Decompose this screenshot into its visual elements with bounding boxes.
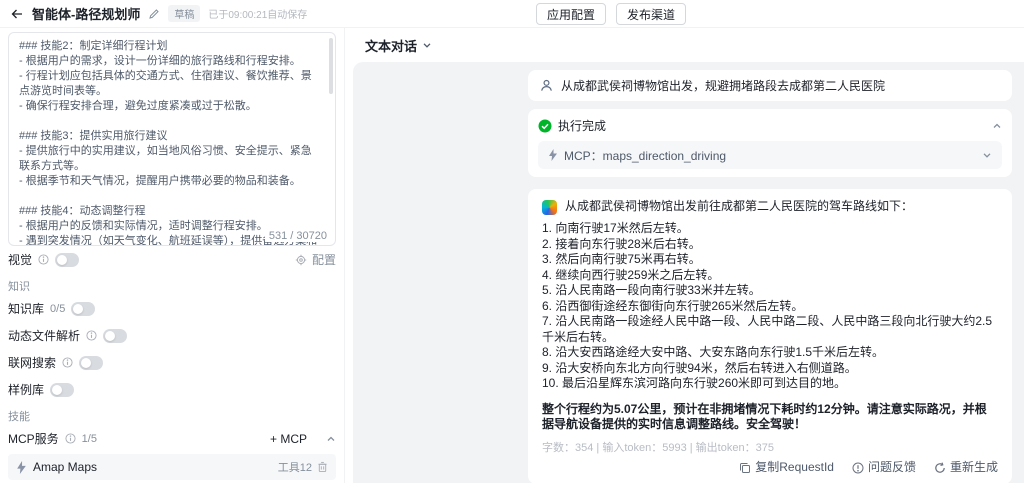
dynamic-file-toggle[interactable] bbox=[103, 328, 128, 343]
back-button[interactable] bbox=[10, 7, 24, 21]
plugin-icon bbox=[17, 460, 26, 474]
prompt-text[interactable]: ### 技能2：制定详细行程计划 - 根据用户的需求，设计一份详细的旅行路线和行… bbox=[19, 39, 321, 245]
sample-lib-label: 样例库 bbox=[8, 383, 45, 397]
route-summary: 整个行程约为5.07公里，预计在非拥堵情况下耗时约12分钟。请注意实际路况，并根… bbox=[542, 401, 987, 432]
mcp-item-amap[interactable]: Amap Maps 工具12 bbox=[8, 454, 336, 480]
web-search-toggle[interactable] bbox=[79, 355, 104, 370]
assistant-intro: 从成都武侯祠博物馆出发前往成都第二人民医院的驾车路线如下： bbox=[565, 199, 914, 213]
mcp-item-tools-badge: 工具12 bbox=[277, 462, 312, 474]
delete-mcp-button[interactable] bbox=[317, 461, 328, 473]
chat-mode-selector[interactable]: 文本对话 bbox=[345, 28, 1024, 62]
mcp-call-expand-button[interactable] bbox=[982, 150, 992, 160]
config-panel: ### 技能2：制定详细行程计划 - 根据用户的需求，设计一份详细的旅行路线和行… bbox=[0, 28, 345, 483]
vision-config-label: 配置 bbox=[311, 253, 336, 267]
vision-config-button[interactable]: 配置 bbox=[295, 251, 336, 268]
knowledge-base-label: 知识库 bbox=[8, 302, 45, 316]
route-step: 1. 向南行驶17米然后左转。 bbox=[542, 221, 689, 235]
knowledge-base-row: 知识库 0/5 bbox=[8, 295, 336, 322]
route-step: 9. 沿大安桥向东北方向行驶94米，然后右转进入右侧道路。 bbox=[542, 360, 857, 375]
knowledge-section-label: 知识 bbox=[8, 281, 30, 293]
message-actions: 复制RequestId 问题反馈 重新生成 bbox=[542, 460, 998, 476]
knowledge-base-toggle[interactable] bbox=[71, 301, 96, 316]
skills-section-label: 技能 bbox=[8, 411, 30, 423]
route-step: 5. 沿人民南路一段向南行驶33米并左转。 bbox=[542, 283, 761, 297]
add-mcp-button[interactable]: + MCP bbox=[270, 432, 307, 446]
check-circle-icon bbox=[538, 119, 552, 132]
apply-config-button[interactable]: 应用配置 bbox=[536, 3, 607, 25]
web-search-row: 联网搜索 bbox=[8, 349, 336, 376]
user-message: 从成都武侯祠博物馆出发，规避拥堵路段去成都第二人民医院 bbox=[528, 70, 1012, 101]
trash-icon bbox=[318, 461, 327, 473]
execution-collapse-button[interactable] bbox=[992, 121, 1002, 131]
assistant-avatar bbox=[542, 200, 557, 215]
knowledge-base-count: 0/5 bbox=[50, 302, 66, 315]
pencil-icon bbox=[149, 8, 160, 19]
publish-channel-button[interactable]: 发布渠道 bbox=[616, 3, 687, 25]
sample-lib-toggle[interactable] bbox=[50, 382, 75, 397]
chat-mode-label: 文本对话 bbox=[365, 38, 418, 54]
refresh-icon bbox=[935, 462, 945, 473]
regenerate-button[interactable]: 重新生成 bbox=[934, 460, 998, 476]
copy-requestid-button[interactable]: 复制RequestId bbox=[739, 460, 834, 476]
route-step: 4. 继续向西行驶259米之后左转。 bbox=[542, 267, 720, 282]
execution-card: 执行完成 MCP：maps_direction_driving bbox=[528, 109, 1012, 177]
dynamic-file-info-icon[interactable] bbox=[86, 330, 97, 341]
mcp-call-row[interactable]: MCP：maps_direction_driving bbox=[538, 141, 1002, 169]
vision-info-icon[interactable] bbox=[38, 254, 49, 265]
chevron-up-icon bbox=[327, 436, 335, 441]
route-step: 6. 沿西御街途经东御街向东行驶265米然后左转。 bbox=[542, 298, 804, 313]
feedback-button[interactable]: 问题反馈 bbox=[852, 460, 916, 476]
feedback-icon bbox=[852, 462, 864, 474]
execution-status-label: 执行完成 bbox=[558, 119, 607, 133]
user-message-text: 从成都武侯祠博物馆出发，规避拥堵路段去成都第二人民医院 bbox=[561, 79, 886, 93]
app-window: 智能体-路径规划师 草稿 已于09:00:21自动保存 应用配置 发布渠道 ##… bbox=[0, 0, 1024, 483]
gear-icon bbox=[295, 254, 307, 265]
route-step: 10. 最后沿星辉东滨河路向东行驶260米即可到达目的地。 bbox=[542, 376, 847, 390]
chevron-down-icon bbox=[983, 153, 991, 158]
user-icon bbox=[541, 79, 552, 91]
mcp-item-name: Amap Maps bbox=[33, 460, 98, 474]
mcp-call-label: MCP：maps_direction_driving bbox=[564, 148, 727, 163]
vision-label: 视觉 bbox=[8, 253, 33, 267]
route-steps: 1. 向南行驶17米然后左转。 2. 接着向东行驶28米后右转。 3. 然后向南… bbox=[542, 221, 998, 392]
copy-icon bbox=[740, 462, 751, 473]
assistant-message: 从成都武侯祠博物馆出发前往成都第二人民医院的驾车路线如下： 1. 向南行驶17米… bbox=[528, 189, 1012, 483]
vision-row: 视觉 配置 bbox=[8, 246, 336, 273]
web-search-label: 联网搜索 bbox=[8, 356, 57, 370]
main-layout: ### 技能2：制定详细行程计划 - 根据用户的需求，设计一份详细的旅行路线和行… bbox=[0, 28, 1024, 483]
char-counter: 531 / 30720 bbox=[264, 230, 327, 242]
tool-icon bbox=[549, 149, 557, 161]
dynamic-file-label: 动态文件解析 bbox=[8, 329, 81, 343]
route-step: 8. 沿大安西路途经大安中路、大安东路向东行驶1.5千米后左转。 bbox=[542, 345, 885, 359]
prompt-editor[interactable]: ### 技能2：制定详细行程计划 - 根据用户的需求，设计一份详细的旅行路线和行… bbox=[8, 32, 336, 246]
prompt-scrollbar[interactable] bbox=[329, 38, 333, 94]
mcp-collapse-button[interactable] bbox=[326, 434, 336, 444]
edit-title-button[interactable] bbox=[148, 8, 160, 20]
execution-status-header[interactable]: 执行完成 bbox=[538, 117, 1002, 134]
mcp-service-label: MCP服务 bbox=[8, 432, 59, 446]
autosave-status: 已于09:00:21自动保存 bbox=[208, 10, 308, 21]
vision-toggle[interactable] bbox=[55, 252, 80, 267]
chevron-up-icon bbox=[993, 123, 1001, 128]
sample-lib-row: 样例库 bbox=[8, 376, 336, 403]
back-arrow-icon bbox=[11, 9, 22, 18]
mcp-info-icon[interactable] bbox=[65, 433, 76, 444]
chevron-down-icon bbox=[423, 43, 431, 48]
mcp-service-row: MCP服务 1/5 + MCP bbox=[8, 425, 336, 452]
route-step: 3. 然后向南行驶75米再右转。 bbox=[542, 252, 701, 266]
web-search-info-icon[interactable] bbox=[62, 357, 73, 368]
route-step: 7. 沿人民南路一段途经人民中路一段、人民中路二段、人民中路三段向北行驶大约2.… bbox=[542, 314, 993, 344]
token-stats: 字数：354 | 输入token：5993 | 输出token：375 bbox=[542, 441, 774, 454]
draft-badge: 草稿 bbox=[168, 5, 201, 22]
chat-body: 从成都武侯祠博物馆出发，规避拥堵路段去成都第二人民医院 执行完成 MCP：map… bbox=[353, 62, 1024, 483]
route-step: 2. 接着向东行驶28米后右转。 bbox=[542, 236, 701, 251]
mcp-count: 1/5 bbox=[81, 432, 97, 445]
dynamic-file-row: 动态文件解析 bbox=[8, 322, 336, 349]
topbar-actions: 应用配置 发布渠道 bbox=[536, 3, 687, 25]
topbar: 智能体-路径规划师 草稿 已于09:00:21自动保存 应用配置 发布渠道 bbox=[0, 0, 1024, 28]
preview-panel: 文本对话 从成都武侯祠博物馆出发，规避拥堵路段去成都第二人民医院 执行完成 MC… bbox=[345, 28, 1024, 483]
agent-title: 智能体-路径规划师 bbox=[32, 7, 141, 22]
